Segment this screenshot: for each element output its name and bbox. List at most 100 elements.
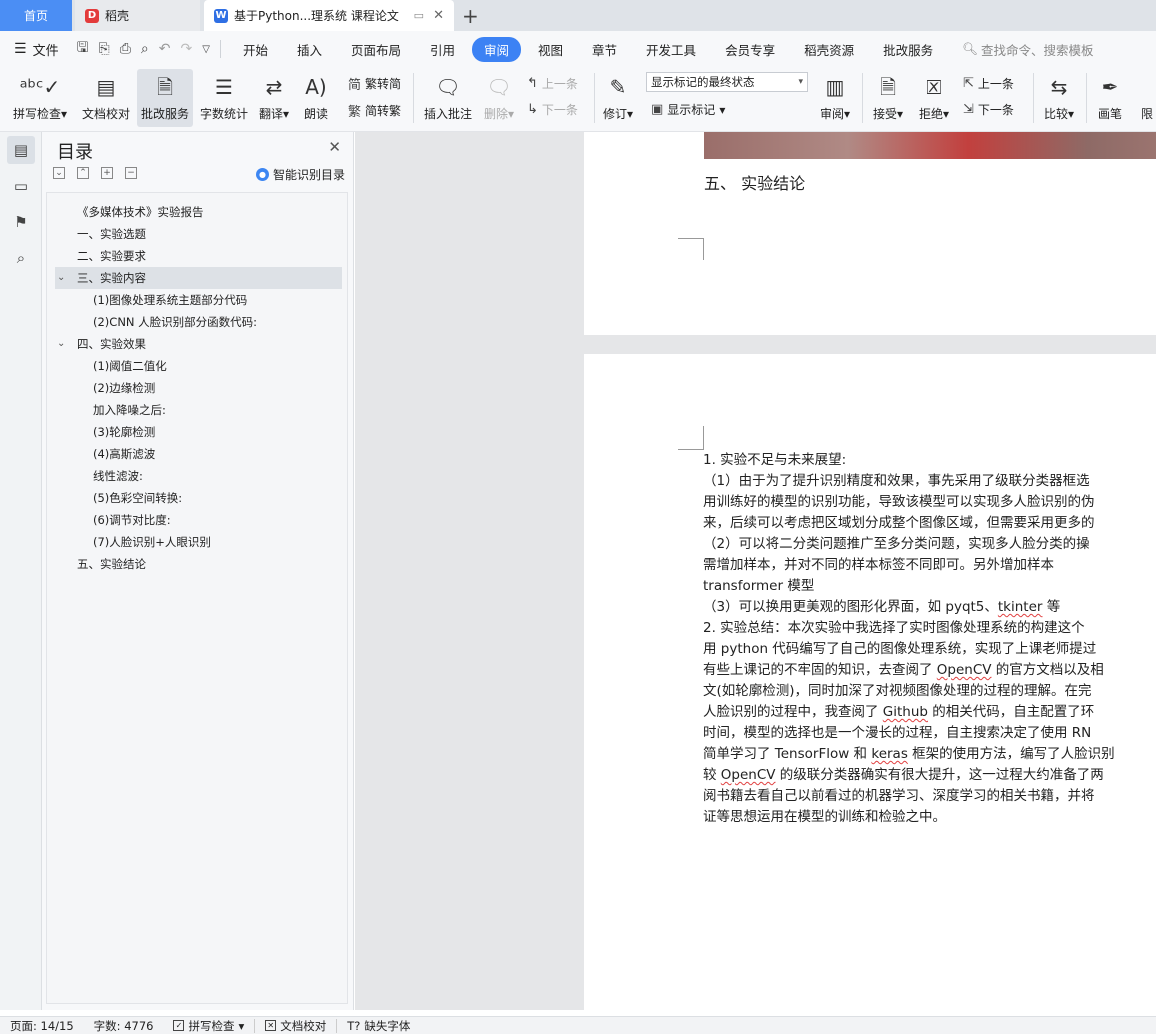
close-icon[interactable]: ✕ bbox=[328, 138, 341, 156]
prev-comment-label: 上一条 bbox=[541, 77, 578, 91]
export-icon[interactable]: ⎘ bbox=[99, 41, 110, 57]
page-text[interactable]: 1. 实验不足与未来展望: （1）由于为了提升识别精度和效果，事先采用了级联分类器… bbox=[703, 450, 1156, 828]
menu-tab[interactable]: 开发工具 bbox=[634, 37, 708, 62]
remove-level-icon[interactable]: − bbox=[125, 167, 137, 179]
insert-comment-button[interactable]: 🗨 插入批注 bbox=[421, 69, 475, 127]
toc-item[interactable]: 一、实验选题 bbox=[55, 223, 342, 245]
trad-to-simp-button[interactable]: 简繁转简 bbox=[348, 74, 401, 93]
word-count-button[interactable]: ☰ 字数统计 bbox=[197, 69, 251, 127]
tab-daoke[interactable]: D 稻壳 bbox=[75, 0, 200, 31]
tab-home[interactable]: 首页 bbox=[0, 0, 72, 31]
track-changes-icon: ✎ bbox=[609, 75, 627, 99]
margin-marker bbox=[678, 238, 704, 260]
track-changes-button[interactable]: ✎ 修订▾ bbox=[600, 69, 636, 127]
next-icon: ↳ bbox=[527, 102, 538, 117]
menu-tab[interactable]: 引用 bbox=[418, 37, 467, 62]
expand-up-icon[interactable]: ⌃ bbox=[77, 167, 89, 179]
chevron-down-icon: ▾ bbox=[798, 77, 803, 87]
missing-font-indicator[interactable]: T? 缺失字体 bbox=[337, 1018, 420, 1034]
collapse-icon[interactable]: ⌄ bbox=[53, 167, 65, 179]
text-line: 证等思想运用在模型的训练和检验之中。 bbox=[703, 809, 946, 825]
simp-to-trad-button[interactable]: 繁简转繁 bbox=[348, 101, 401, 120]
chevron-down-icon[interactable]: ⌄ bbox=[57, 333, 65, 355]
toc-item[interactable]: (5)色彩空间转换: bbox=[55, 487, 342, 509]
menu-tab[interactable]: 开始 bbox=[231, 37, 280, 62]
new-tab-button[interactable]: + bbox=[462, 4, 479, 28]
ribbon-divider bbox=[413, 73, 414, 123]
menu-tab[interactable]: 视图 bbox=[526, 37, 575, 62]
status-spell-check[interactable]: ✓ 拼写检查 ▾ bbox=[163, 1018, 254, 1034]
toc-item[interactable]: (2)边缘检测 bbox=[55, 377, 342, 399]
prev-comment-button[interactable]: ↰ 上一条 bbox=[527, 75, 578, 92]
pen-button[interactable]: ✒ 画笔 bbox=[1093, 69, 1127, 127]
chevron-down-icon[interactable]: ⌄ bbox=[57, 267, 65, 289]
toc-item[interactable]: 二、实验要求 bbox=[55, 245, 342, 267]
menu-tab[interactable]: 章节 bbox=[580, 37, 629, 62]
search-icon[interactable]: ⌕ bbox=[7, 244, 35, 272]
read-aloud-button[interactable]: A) 朗读 bbox=[299, 69, 333, 127]
toc-item[interactable]: (3)轮廓检测 bbox=[55, 421, 342, 443]
spell-check-button[interactable]: ᵃᵇᶜ✓ 拼写检查▾ bbox=[10, 69, 70, 127]
menu-tab[interactable]: 审阅 bbox=[472, 36, 522, 62]
compare-button[interactable]: ⇆ 比较▾ bbox=[1040, 69, 1078, 127]
print-preview-icon[interactable]: ⌕ bbox=[141, 41, 149, 57]
status-spell-label: 拼写检查 bbox=[188, 1018, 235, 1033]
tab-document[interactable]: W 基于Python...理系统 课程论文 ▭ ✕ bbox=[204, 0, 454, 31]
command-search[interactable]: 🔍︎ 查找命令、搜索模板 bbox=[962, 40, 1093, 59]
undo-icon[interactable]: ↶ bbox=[159, 41, 171, 57]
toc-item-label: 线性滤波: bbox=[93, 469, 143, 483]
close-icon[interactable]: ✕ bbox=[433, 8, 444, 23]
next-comment-button[interactable]: ↳ 下一条 bbox=[527, 101, 578, 118]
toc-item[interactable]: (1)图像处理系统主题部分代码 bbox=[55, 289, 342, 311]
status-doc-check[interactable]: ✕ 文档校对 bbox=[255, 1018, 336, 1034]
restrict-button[interactable]: 限 bbox=[1138, 69, 1156, 127]
chapter-icon[interactable]: ▭ bbox=[7, 172, 35, 200]
show-markup-label: 显示标记 bbox=[667, 103, 716, 117]
save-icon[interactable]: 🖫 bbox=[77, 37, 89, 61]
toc-item-label: (5)色彩空间转换: bbox=[93, 491, 183, 505]
print-icon[interactable]: ⎙ bbox=[120, 41, 131, 57]
smart-toc-button[interactable]: ● 智能识别目录 bbox=[255, 166, 345, 183]
toc-item[interactable]: ⌄ 三、实验内容 bbox=[55, 267, 342, 289]
toc-item[interactable]: 五、实验结论 bbox=[55, 553, 342, 575]
toc-item[interactable]: 加入降噪之后: bbox=[55, 399, 342, 421]
menu-tab[interactable]: 页面布局 bbox=[339, 37, 413, 62]
doc-check-button[interactable]: ▤ 文档校对 bbox=[78, 69, 134, 127]
delete-comment-button[interactable]: 🗨 删除▾ bbox=[480, 69, 518, 127]
toc-icon[interactable]: ▤ bbox=[7, 136, 35, 164]
pin-icon[interactable]: ▭ bbox=[414, 9, 424, 22]
word-count-indicator[interactable]: 字数: 4776 bbox=[84, 1018, 164, 1034]
toc-item[interactable]: 线性滤波: bbox=[55, 465, 342, 487]
toc-item[interactable]: (6)调节对比度: bbox=[55, 509, 342, 531]
accept-button[interactable]: 🗎 接受▾ bbox=[869, 69, 907, 127]
markup-state-select[interactable]: 显示标记的最终状态 ▾ bbox=[646, 72, 808, 92]
prev-change-button[interactable]: ⇱ 上一条 bbox=[963, 75, 1014, 92]
customize-icon[interactable]: ▽ bbox=[202, 44, 210, 55]
file-menu-button[interactable]: ☰ 文件 bbox=[0, 40, 59, 59]
toc-item[interactable]: (4)高斯滤波 bbox=[55, 443, 342, 465]
toc-item[interactable]: (1)阈值二值化 bbox=[55, 355, 342, 377]
page-indicator[interactable]: 页面: 14/15 bbox=[0, 1018, 84, 1034]
show-markup-button[interactable]: ▣ 显示标记 ▾ bbox=[651, 101, 725, 118]
translate-button[interactable]: ⇄ 翻译▾ bbox=[255, 69, 293, 127]
add-level-icon[interactable]: + bbox=[101, 167, 113, 179]
menu-tab[interactable]: 插入 bbox=[285, 37, 334, 62]
review-pane-button[interactable]: ▥ 审阅▾ bbox=[816, 69, 854, 127]
menu-tab[interactable]: 批改服务 bbox=[871, 37, 945, 62]
spell-flag: OpenCV bbox=[720, 767, 776, 783]
compare-label: 比较 bbox=[1043, 107, 1068, 121]
toc-item[interactable]: (7)人脸识别+人眼识别 bbox=[55, 531, 342, 553]
bookmark-icon[interactable]: ⚑ bbox=[7, 208, 35, 236]
review-service-button[interactable]: 🗎 批改服务 bbox=[137, 69, 193, 127]
search-icon: 🔍︎ bbox=[962, 41, 978, 56]
reject-button[interactable]: 🗵 拒绝▾ bbox=[915, 69, 953, 127]
menu-tab[interactable]: 稻壳资源 bbox=[792, 37, 866, 62]
simp-trad-icon: 繁 bbox=[348, 105, 362, 120]
toc-item[interactable]: ⌄ 四、实验效果 bbox=[55, 333, 342, 355]
ribbon-divider bbox=[862, 73, 863, 123]
menu-tab[interactable]: 会员专享 bbox=[713, 37, 787, 62]
next-change-button[interactable]: ⇲ 下一条 bbox=[963, 101, 1014, 118]
toc-item[interactable]: (2)CNN 人脸识别部分函数代码: bbox=[55, 311, 342, 333]
redo-icon[interactable]: ↷ bbox=[181, 41, 193, 57]
toc-item[interactable]: 《多媒体技术》实验报告 bbox=[55, 201, 342, 223]
